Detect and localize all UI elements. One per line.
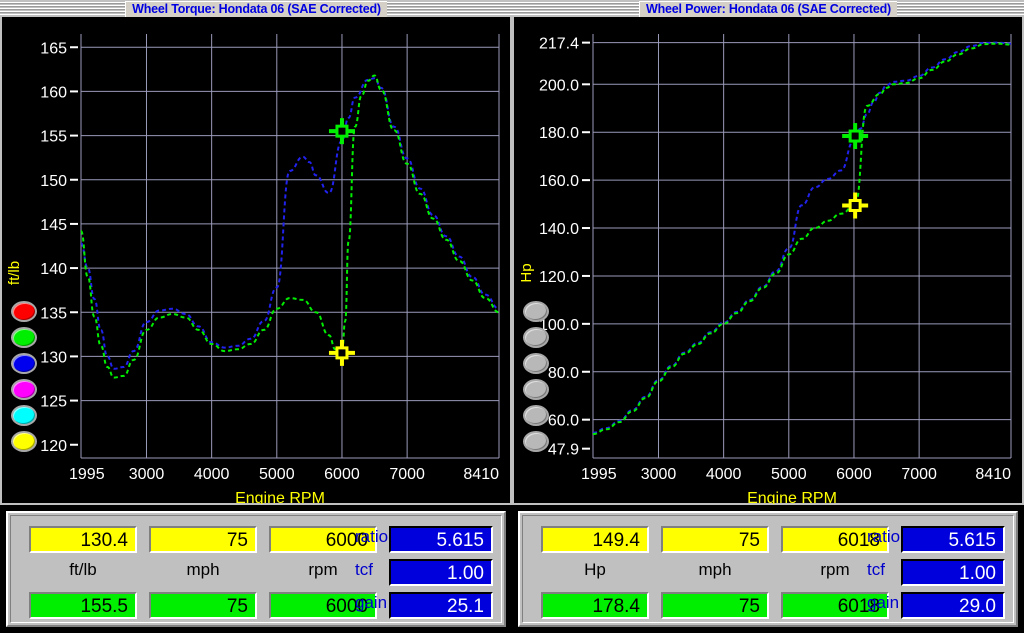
power-plot-area[interactable]: 47.960.080.0100.0120.0140.0160.0180.0200… bbox=[514, 17, 1022, 503]
svg-text:5000: 5000 bbox=[771, 466, 807, 483]
svg-text:120.0: 120.0 bbox=[539, 269, 579, 286]
power-readout-inner: 149.4 75 6018 ratio 5.615 Hp mph rpm tcf… bbox=[522, 515, 1014, 623]
svg-text:165: 165 bbox=[40, 40, 67, 57]
torque-readout-inner: 130.4 75 6000 ratio 5.615 ft/lb mph rpm … bbox=[10, 515, 502, 623]
torque-value-yellow[interactable]: 130.4 bbox=[29, 526, 137, 553]
power-value-yellow[interactable]: 149.4 bbox=[541, 526, 649, 553]
svg-text:135: 135 bbox=[40, 305, 67, 322]
torque-gain-value[interactable]: 25.1 bbox=[389, 592, 493, 619]
legend-color-button-5[interactable] bbox=[11, 405, 37, 426]
power-value-green[interactable]: 178.4 bbox=[541, 592, 649, 619]
torque-panel-titlebar: Wheel Torque: Hondata 06 (SAE Corrected) bbox=[0, 0, 512, 17]
svg-text:217.4: 217.4 bbox=[539, 36, 579, 53]
svg-text:60.0: 60.0 bbox=[548, 413, 579, 430]
power-readout-panel: 149.4 75 6018 ratio 5.615 Hp mph rpm tcf… bbox=[518, 511, 1018, 627]
svg-text:130: 130 bbox=[40, 349, 67, 366]
dyno-application-window: Wheel Torque: Hondata 06 (SAE Corrected)… bbox=[0, 0, 1024, 633]
legend-color-button-3[interactable] bbox=[523, 353, 549, 374]
legend-color-button-6[interactable] bbox=[523, 431, 549, 452]
power-gain-value[interactable]: 29.0 bbox=[901, 592, 1005, 619]
svg-text:200.0: 200.0 bbox=[539, 77, 579, 94]
torque-ratio-value[interactable]: 5.615 bbox=[389, 526, 493, 553]
svg-text:6000: 6000 bbox=[836, 466, 872, 483]
power-chart-panel: Wheel Power: Hondata 06 (SAE Corrected) … bbox=[512, 0, 1024, 505]
legend-color-button-4[interactable] bbox=[523, 379, 549, 400]
power-plot-svg: 47.960.080.0100.0120.0140.0160.0180.0200… bbox=[515, 18, 1023, 504]
svg-text:125: 125 bbox=[40, 394, 67, 411]
svg-text:160.0: 160.0 bbox=[539, 173, 579, 190]
power-unit-label: Hp bbox=[541, 559, 649, 581]
svg-text:140: 140 bbox=[40, 261, 67, 278]
legend-color-button-1[interactable] bbox=[11, 301, 37, 322]
power-tcf-value[interactable]: 1.00 bbox=[901, 559, 1005, 586]
svg-text:Engine RPM: Engine RPM bbox=[747, 490, 837, 504]
torque-mph-label: mph bbox=[149, 559, 257, 581]
svg-text:5000: 5000 bbox=[259, 466, 295, 483]
svg-text:Hp: Hp bbox=[518, 263, 535, 282]
legend-color-button-3[interactable] bbox=[11, 353, 37, 374]
power-mph-label: mph bbox=[661, 559, 769, 581]
svg-text:1995: 1995 bbox=[581, 466, 617, 483]
legend-color-button-1[interactable] bbox=[523, 301, 549, 322]
svg-text:47.9: 47.9 bbox=[548, 442, 579, 459]
svg-text:140.0: 140.0 bbox=[539, 221, 579, 238]
svg-text:155: 155 bbox=[40, 129, 67, 146]
torque-plot-svg: 120 125 130 135 140 145 150 155 160 165 1995 3000 40… bbox=[3, 18, 511, 504]
svg-text:3000: 3000 bbox=[129, 466, 165, 483]
legend-color-button-5[interactable] bbox=[523, 405, 549, 426]
legend-color-button-6[interactable] bbox=[11, 431, 37, 452]
torque-value-green[interactable]: 155.5 bbox=[29, 592, 137, 619]
torque-tcf-value[interactable]: 1.00 bbox=[389, 559, 493, 586]
svg-text:8410: 8410 bbox=[975, 466, 1011, 483]
power-mph-yellow[interactable]: 75 bbox=[661, 526, 769, 553]
torque-unit-label: ft/lb bbox=[29, 559, 137, 581]
power-ratio-value[interactable]: 5.615 bbox=[901, 526, 1005, 553]
torque-mph-yellow[interactable]: 75 bbox=[149, 526, 257, 553]
svg-text:1995: 1995 bbox=[69, 466, 105, 483]
torque-panel-title: Wheel Torque: Hondata 06 (SAE Corrected) bbox=[125, 1, 387, 17]
power-panel-title: Wheel Power: Hondata 06 (SAE Corrected) bbox=[639, 1, 897, 17]
svg-text:80.0: 80.0 bbox=[548, 365, 579, 382]
svg-text:120: 120 bbox=[40, 438, 67, 455]
svg-text:4000: 4000 bbox=[706, 466, 742, 483]
torque-legend-buttons[interactable] bbox=[11, 301, 39, 457]
torque-chart-panel: Wheel Torque: Hondata 06 (SAE Corrected)… bbox=[0, 0, 512, 505]
readout-bar: 130.4 75 6000 ratio 5.615 ft/lb mph rpm … bbox=[0, 505, 1024, 633]
legend-color-button-2[interactable] bbox=[523, 327, 549, 348]
svg-text:8410: 8410 bbox=[463, 466, 499, 483]
svg-text:Engine RPM: Engine RPM bbox=[235, 490, 325, 504]
torque-plot-area[interactable]: 120 125 130 135 140 145 150 155 160 165 1995 3000 40… bbox=[2, 17, 510, 503]
svg-text:145: 145 bbox=[40, 217, 67, 234]
svg-text:180.0: 180.0 bbox=[539, 125, 579, 142]
legend-color-button-2[interactable] bbox=[11, 327, 37, 348]
torque-readout-panel: 130.4 75 6000 ratio 5.615 ft/lb mph rpm … bbox=[6, 511, 506, 627]
svg-text:6000: 6000 bbox=[324, 466, 360, 483]
svg-text:3000: 3000 bbox=[641, 466, 677, 483]
svg-text:160: 160 bbox=[40, 84, 67, 101]
svg-text:ft/lb: ft/lb bbox=[6, 261, 23, 285]
torque-mph-green[interactable]: 75 bbox=[149, 592, 257, 619]
power-panel-titlebar: Wheel Power: Hondata 06 (SAE Corrected) bbox=[512, 0, 1024, 17]
svg-text:7000: 7000 bbox=[901, 466, 937, 483]
svg-text:7000: 7000 bbox=[389, 466, 425, 483]
svg-text:150: 150 bbox=[40, 173, 67, 190]
legend-color-button-4[interactable] bbox=[11, 379, 37, 400]
svg-text:4000: 4000 bbox=[194, 466, 230, 483]
power-mph-green[interactable]: 75 bbox=[661, 592, 769, 619]
power-legend-buttons[interactable] bbox=[523, 301, 551, 457]
